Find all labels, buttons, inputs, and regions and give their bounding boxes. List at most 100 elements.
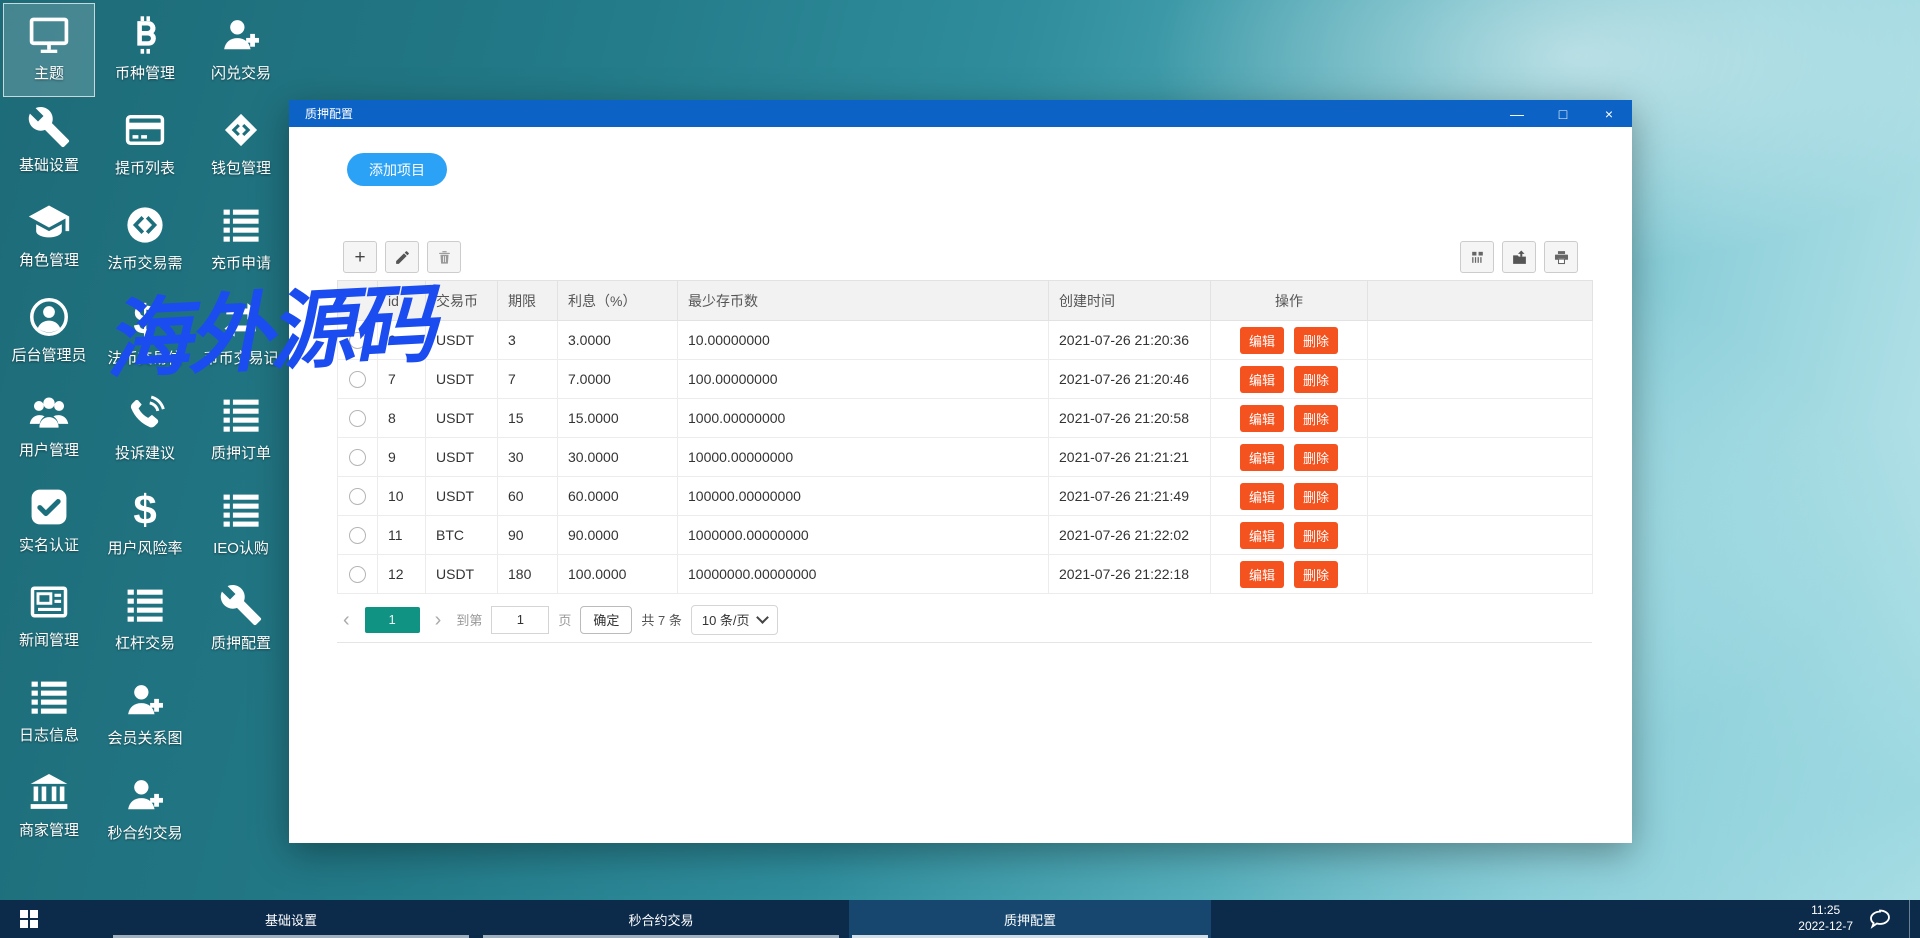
column-header: 期限 (497, 280, 558, 321)
desktop-icon-币种管理[interactable]: 币种管理 (100, 4, 190, 99)
users-icon (26, 389, 72, 435)
desktop-icon-提币列表[interactable]: 提币列表 (100, 99, 190, 194)
chevron-down-icon (755, 611, 769, 624)
delete-button[interactable]: 删除 (1294, 404, 1339, 432)
desktop-icon-主题[interactable]: 主题 (3, 3, 95, 97)
edit-button[interactable]: 编辑 (1239, 404, 1284, 432)
desktop-icon-后台管理员[interactable]: 后台管理员 (4, 286, 94, 381)
edit-button[interactable]: 编辑 (1239, 560, 1284, 588)
desktop-icon-法币交易信[interactable]: $ 法币交易信 (100, 289, 190, 384)
desktop-icon-实名认证[interactable]: 实名认证 (4, 476, 94, 571)
row-radio[interactable] (349, 331, 366, 349)
desktop-icon-杠杆交易[interactable]: 杠杆交易 (100, 574, 190, 669)
close-button[interactable]: × (1586, 100, 1632, 127)
delete-button[interactable]: 删除 (1294, 326, 1339, 354)
page-size-select[interactable]: 10 条/页 (690, 604, 778, 635)
window-content: 添加项目 + id 交易币 期限 利息（%） 最少存币数 创建时间 操作 6 USDT 3 3.0… (289, 127, 1632, 843)
add-row-button[interactable]: + (343, 241, 377, 273)
dollar-icon: $ (133, 486, 157, 533)
edit-button[interactable]: 编辑 (1239, 365, 1284, 393)
pledge-config-window: 质押配置 — □ × 添加项目 + id 交易币 期限 利息（%） 最少存币数 创建时间操… (289, 100, 1632, 843)
cell-filler (1367, 359, 1593, 399)
add-project-button[interactable]: 添加项目 (347, 153, 447, 186)
desktop-icon-质押配置[interactable]: 质押配置 (196, 574, 286, 669)
edit-button[interactable]: 编辑 (1239, 443, 1284, 471)
taskbar-item-质押配置[interactable]: 质押配置 (849, 900, 1211, 938)
cell-created-time: 2021-07-26 21:22:18 (1048, 554, 1211, 594)
table-row: 8 USDT 15 15.0000 1000.00000000 2021-07-26 21… (337, 398, 1593, 438)
desktop-icon-角色管理[interactable]: 角色管理 (4, 191, 94, 286)
desktop-icon-基础设置[interactable]: 基础设置 (4, 96, 94, 191)
taskbar-item-秒合约交易[interactable]: 秒合约交易 (480, 900, 842, 938)
row-radio[interactable] (349, 448, 366, 466)
delete-button[interactable]: 删除 (1294, 560, 1339, 588)
desktop-icon-闪兑交易[interactable]: 闪兑交易 (196, 4, 286, 99)
newspaper-icon (26, 579, 72, 625)
table-toolbar: + (343, 241, 1578, 273)
cell-min-deposit: 10000000.00000000 (677, 554, 1049, 594)
delete-button[interactable]: 删除 (1294, 365, 1339, 393)
column-header: 最少存币数 (677, 280, 1049, 321)
current-page-button[interactable]: 1 (364, 606, 420, 633)
minimize-button[interactable]: — (1494, 100, 1540, 127)
desktop-icon-秒合约交易[interactable]: 秒合约交易 (100, 764, 190, 859)
delete-button[interactable]: 删除 (1294, 482, 1339, 510)
edit-button[interactable]: 编辑 (1239, 521, 1284, 549)
user-plus-icon (122, 677, 168, 723)
bank-icon (26, 769, 72, 815)
delete-button[interactable]: 删除 (1294, 443, 1339, 471)
column-header: 创建时间 (1048, 280, 1211, 321)
taskbar-item-基础设置[interactable]: 基础设置 (110, 900, 472, 938)
taskbar-clock[interactable]: 11:25 2022-12-7 (1798, 903, 1853, 934)
cell-interest: 15.0000 (557, 398, 678, 438)
row-radio[interactable] (349, 565, 366, 583)
desktop-icon-充币申请[interactable]: 充币申请 (196, 194, 286, 289)
desktop-icon-用户风险率[interactable]: $ 用户风险率 (100, 479, 190, 574)
cell-created-time: 2021-07-26 21:22:02 (1048, 515, 1211, 555)
cell-filler (1367, 476, 1593, 516)
gem-icon (218, 107, 264, 153)
row-radio[interactable] (349, 487, 366, 505)
desktop-icon-币币交易记[interactable]: 币币交易记 (196, 289, 286, 384)
desktop-icon-label: 提币列表 (114, 160, 175, 177)
desktop-icon-用户管理[interactable]: 用户管理 (4, 381, 94, 476)
desktop-icon-日志信息[interactable]: 日志信息 (4, 666, 94, 761)
desktop-icon-投诉建议[interactable]: 投诉建议 (100, 384, 190, 479)
edit-row-button[interactable] (385, 241, 419, 273)
cell-coin: USDT (425, 554, 498, 594)
desktop-icon-新闻管理[interactable]: 新闻管理 (4, 571, 94, 666)
confirm-page-button[interactable]: 确定 (580, 605, 633, 634)
edit-button[interactable]: 编辑 (1239, 326, 1284, 354)
chat-bubble-icon[interactable] (1867, 906, 1893, 932)
maximize-button[interactable]: □ (1540, 100, 1586, 127)
print-button[interactable] (1544, 241, 1578, 273)
desktop-icon-商家管理[interactable]: 商家管理 (4, 761, 94, 856)
prev-page-icon[interactable]: ‹ (337, 610, 356, 630)
cell-term: 180 (497, 554, 558, 594)
cell-coin: USDT (425, 359, 498, 399)
desktop-icon-会员关系图[interactable]: 会员关系图 (100, 669, 190, 764)
column-header: id (377, 280, 426, 321)
delete-row-button[interactable] (427, 241, 461, 273)
edit-button[interactable]: 编辑 (1239, 482, 1284, 510)
delete-button[interactable]: 删除 (1294, 521, 1339, 549)
row-radio[interactable] (349, 370, 366, 388)
clock-time: 11:25 (1811, 903, 1841, 918)
row-radio[interactable] (349, 409, 366, 427)
desktop-icon-label: 币种管理 (114, 65, 175, 82)
desktop-icon-钱包管理[interactable]: 钱包管理 (196, 99, 286, 194)
desktop-icon-法币交易需[interactable]: 法币交易需 (100, 194, 190, 289)
desktop-icon-质押订单[interactable]: 质押订单 (196, 384, 286, 479)
columns-button[interactable] (1460, 241, 1494, 273)
cell-id: 8 (377, 398, 426, 438)
next-page-icon[interactable]: › (429, 610, 448, 630)
desktop-icon-IEO认购[interactable]: IEO认购 (196, 479, 286, 574)
show-desktop-strip[interactable] (1909, 900, 1920, 938)
start-button[interactable] (0, 900, 58, 938)
row-radio[interactable] (349, 526, 366, 544)
export-button[interactable] (1502, 241, 1536, 273)
graduation-cap-icon (26, 199, 72, 245)
cell-id: 10 (377, 476, 426, 516)
goto-page-input[interactable] (491, 605, 550, 634)
exchange-icon (218, 297, 264, 343)
